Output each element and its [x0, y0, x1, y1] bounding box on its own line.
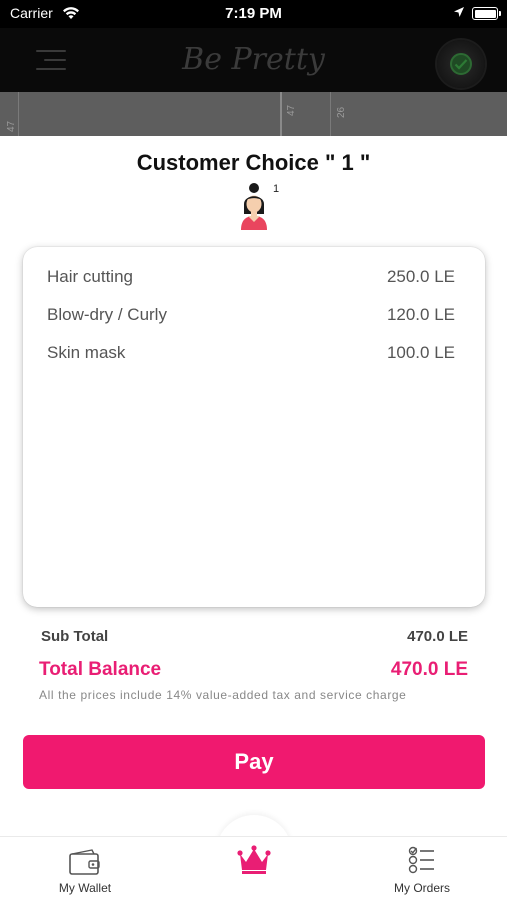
pay-button[interactable]: Pay	[23, 735, 485, 789]
item-price: 100.0 LE	[386, 343, 455, 362]
map-background: 47 47 26	[0, 92, 507, 136]
item-price: 120.0 LE	[386, 305, 455, 324]
page-title: Customer Choice " 1 "	[136, 150, 371, 175]
total-balance-label: Total Balance	[39, 659, 162, 680]
map-street-label: 47	[286, 104, 297, 116]
map-street-label: 47	[6, 120, 17, 132]
customer-count: 1	[273, 183, 280, 195]
online-status-icon[interactable]	[437, 40, 485, 88]
location-arrow-icon	[453, 6, 465, 22]
tab-my-wallet[interactable]: My Wallet	[25, 837, 145, 901]
clock: 7:19 PM	[225, 5, 282, 22]
tab-label: My Wallet	[58, 881, 112, 895]
list-item: Skin mask 100.0 LE	[47, 343, 455, 367]
order-items-card: Hair cutting 250.0 LE Blow-dry / Curly 1…	[23, 247, 485, 607]
tab-my-orders[interactable]: My Orders	[362, 837, 482, 901]
item-name: Skin mask	[47, 343, 126, 362]
list-item: Blow-dry / Curly 120.0 LE	[47, 305, 455, 329]
wallet-icon	[69, 849, 100, 875]
list-item: Hair cutting 250.0 LE	[47, 267, 455, 291]
subtotal-value: 470.0 LE	[407, 628, 468, 645]
crown-icon[interactable]	[236, 842, 272, 878]
woman-avatar-icon	[238, 182, 270, 230]
tab-label: My Orders	[393, 881, 450, 895]
map-street-label: 26	[336, 106, 347, 118]
item-name: Hair cutting	[47, 267, 133, 286]
status-bar: Carrier 7:19 PM	[0, 0, 507, 28]
total-balance-value: 470.0 LE	[390, 659, 468, 680]
item-price: 250.0 LE	[386, 267, 455, 286]
subtotal-label: Sub Total	[41, 628, 109, 645]
checklist-icon	[408, 846, 434, 874]
item-name: Blow-dry / Curly	[47, 305, 167, 324]
battery-icon	[472, 7, 501, 20]
top-navbar: Be Pretty	[0, 28, 507, 92]
tax-note: All the prices include 14% value-added t…	[39, 688, 407, 702]
app-logo: Be Pretty	[182, 42, 325, 77]
